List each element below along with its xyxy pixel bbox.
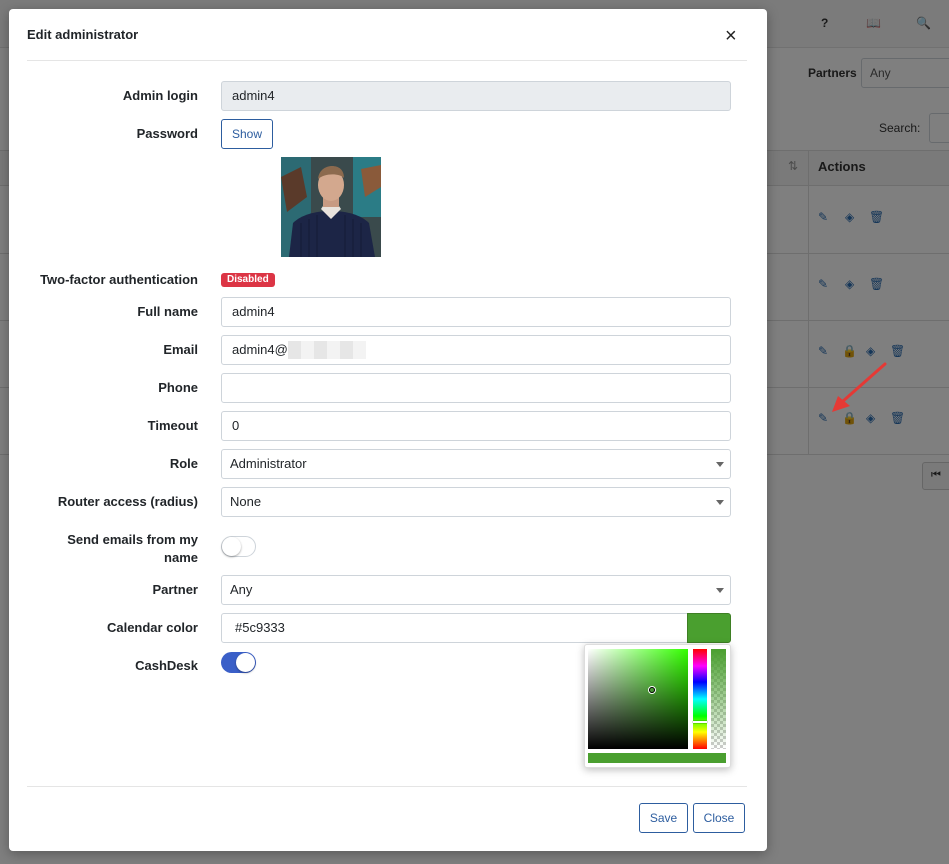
alpha-slider[interactable]	[711, 649, 726, 749]
cashdesk-label: CashDesk	[135, 658, 198, 673]
hue-slider[interactable]	[693, 649, 707, 749]
send-emails-label-line1: Send emails from my	[67, 532, 198, 547]
avatar[interactable]	[281, 157, 381, 257]
partner-select-value: Any	[230, 582, 253, 597]
edit-administrator-modal: Edit administrator × Admin login admin4 …	[9, 9, 767, 851]
send-emails-label: Send emails from my name	[0, 531, 198, 567]
calendar-color-swatch[interactable]	[687, 613, 731, 643]
admin-login-label: Admin login	[122, 88, 198, 103]
email-field[interactable]: admin4@	[221, 335, 731, 365]
phone-label: Phone	[158, 380, 198, 395]
close-icon[interactable]: ×	[725, 26, 737, 46]
timeout-label: Timeout	[147, 418, 198, 433]
toggle-knob	[236, 653, 255, 672]
redacted-email-domain	[287, 340, 366, 359]
chevron-down-icon	[716, 462, 724, 467]
partner-label: Partner	[152, 582, 198, 597]
close-button[interactable]: Close	[693, 803, 745, 833]
show-password-button[interactable]: Show	[221, 119, 273, 149]
role-select[interactable]: Administrator	[221, 449, 731, 479]
header-divider	[27, 60, 747, 61]
hue-slider-handle[interactable]	[693, 721, 707, 723]
color-preview-bar	[588, 753, 726, 763]
partner-select[interactable]: Any	[221, 575, 731, 605]
router-access-select-value: None	[230, 494, 262, 509]
full-name-field[interactable]: admin4	[221, 297, 731, 327]
email-label: Email	[163, 342, 198, 357]
two-factor-status-badge: Disabled	[221, 273, 275, 287]
calendar-color-field[interactable]: #5c9333	[221, 613, 688, 643]
router-access-select[interactable]: None	[221, 487, 731, 517]
chevron-down-icon	[716, 588, 724, 593]
full-name-label: Full name	[137, 304, 198, 319]
router-access-label: Router access (radius)	[57, 494, 198, 509]
role-select-value: Administrator	[230, 456, 307, 471]
save-button[interactable]: Save	[639, 803, 688, 833]
modal-title: Edit administrator	[27, 27, 139, 42]
phone-field[interactable]	[221, 373, 731, 403]
color-picker-popover	[584, 644, 731, 768]
calendar-color-label: Calendar color	[106, 620, 198, 635]
two-factor-label: Two-factor authentication	[40, 272, 198, 287]
toggle-knob	[222, 537, 241, 556]
admin-login-field: admin4	[221, 81, 731, 111]
footer-divider	[27, 786, 747, 787]
send-emails-label-line2: name	[164, 550, 198, 565]
role-label: Role	[169, 456, 198, 471]
send-emails-toggle[interactable]	[221, 536, 256, 557]
chevron-down-icon	[716, 500, 724, 505]
color-cursor[interactable]	[649, 687, 655, 693]
timeout-field[interactable]: 0	[221, 411, 731, 441]
saturation-value-area[interactable]	[588, 649, 688, 749]
red-arrow-annotation	[832, 362, 887, 412]
password-label: Password	[136, 126, 198, 141]
cashdesk-toggle[interactable]	[221, 652, 256, 673]
email-value: admin4@	[232, 342, 288, 357]
